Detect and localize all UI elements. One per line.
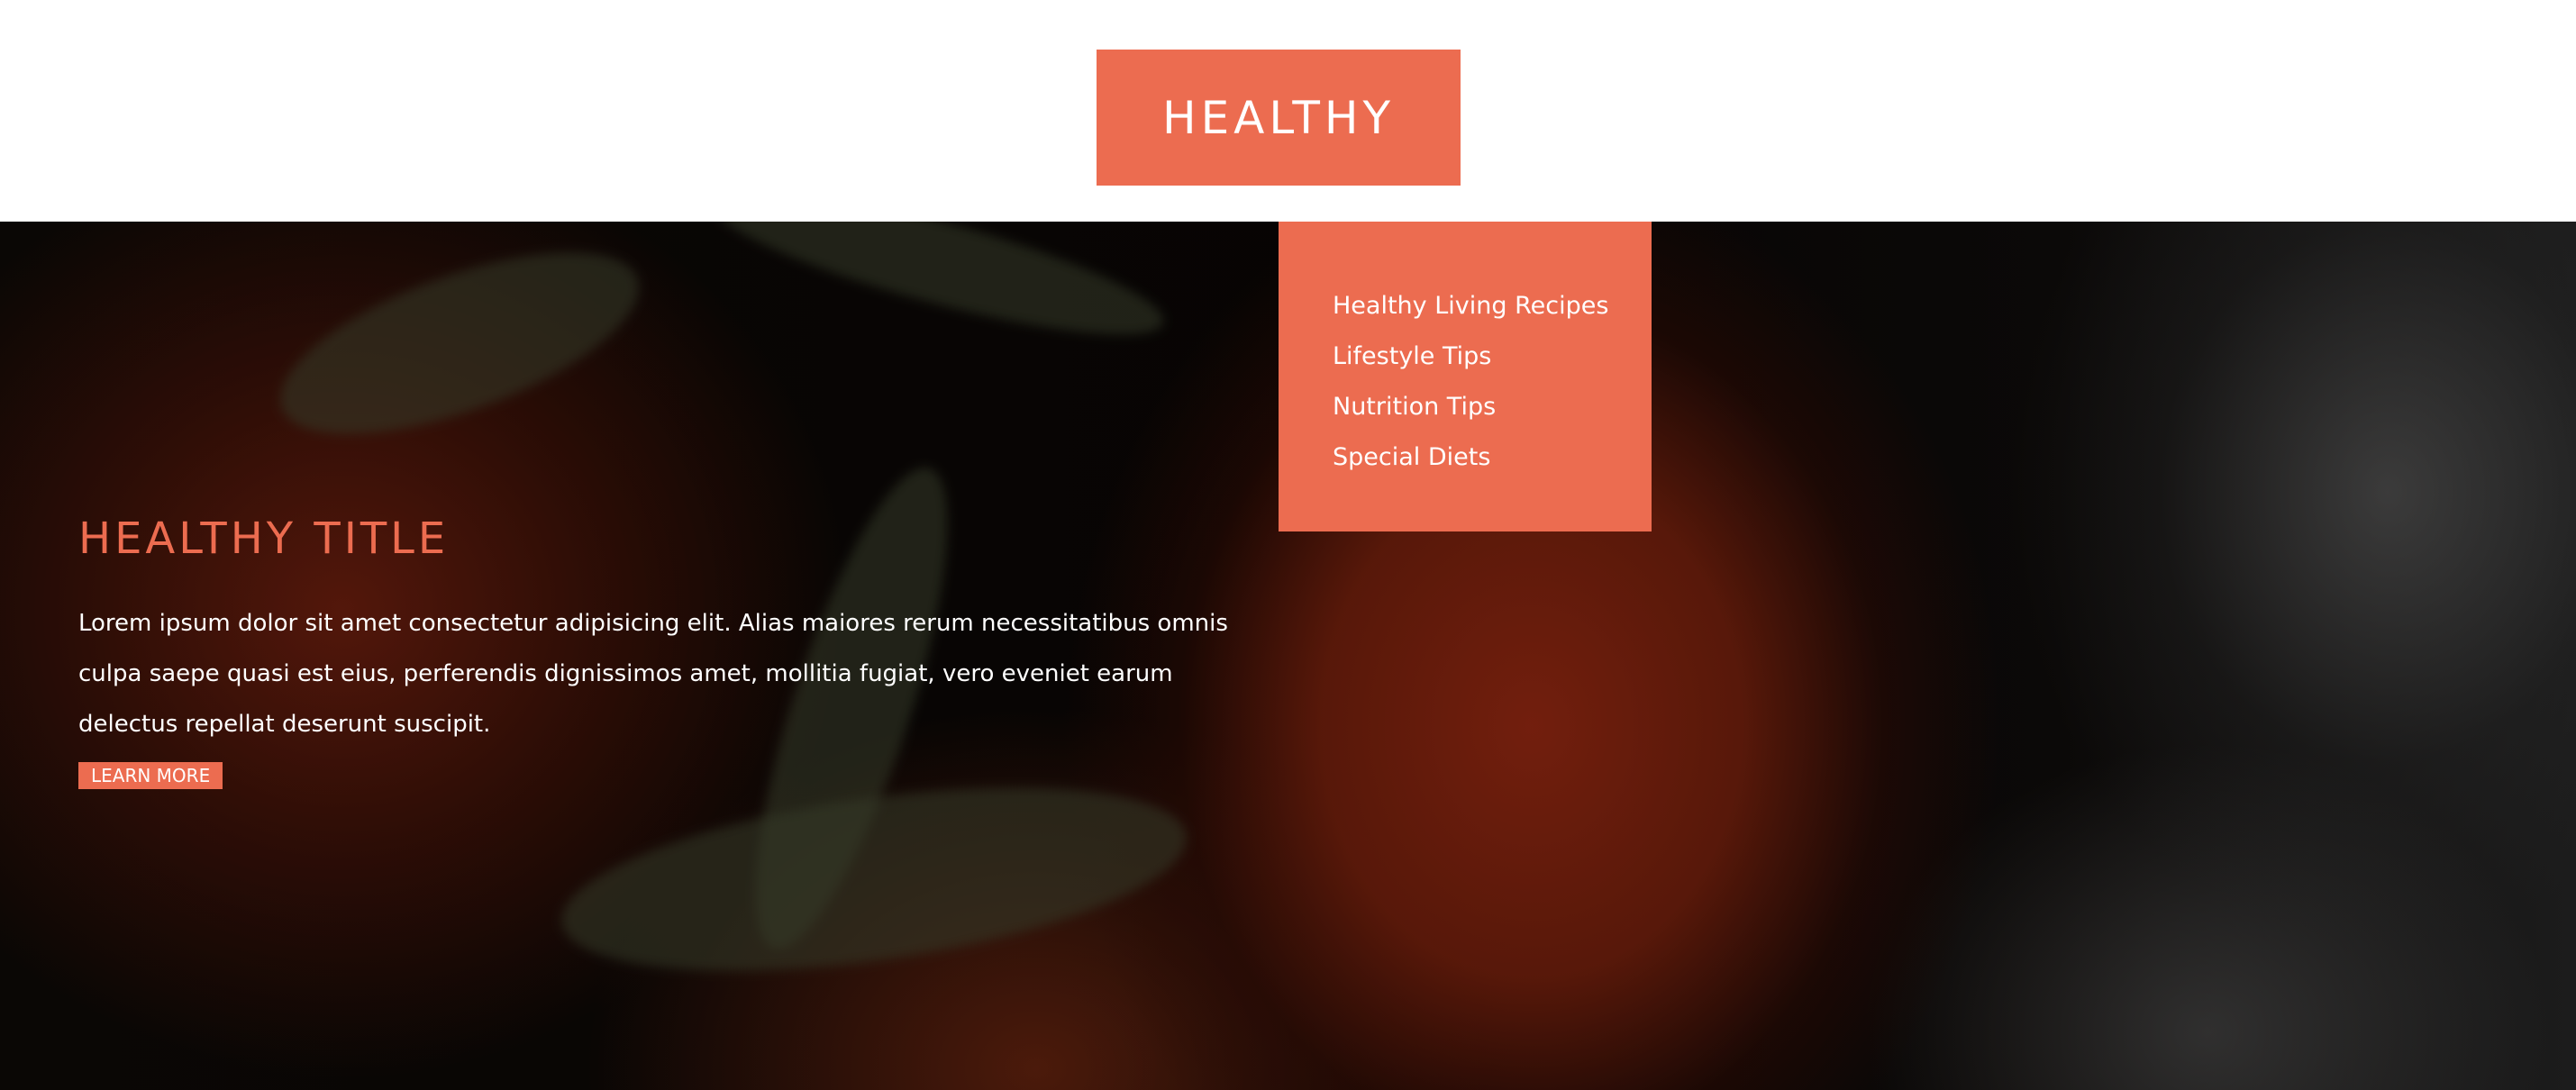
dropdown-item-special-diets[interactable]: Special Diets — [1333, 432, 1652, 483]
nav-dropdown-menu: Healthy Living Recipes Lifestyle Tips Nu… — [1279, 222, 1652, 531]
site-header: HEALTHY — [0, 0, 2576, 222]
dropdown-item-nutrition-tips[interactable]: Nutrition Tips — [1333, 382, 1652, 432]
dropdown-list: Healthy Living Recipes Lifestyle Tips Nu… — [1333, 281, 1652, 483]
site-logo[interactable]: HEALTHY — [1097, 50, 1461, 186]
learn-more-button[interactable]: LEARN MORE — [78, 762, 223, 789]
hero-title: HEALTHY TITLE — [78, 513, 450, 564]
hero-background-vine — [700, 222, 1174, 362]
dropdown-item-lifestyle-tips[interactable]: Lifestyle Tips — [1333, 332, 1652, 382]
hero-content: HEALTHY TITLE Lorem ipsum dolor sit amet… — [78, 510, 1250, 789]
dropdown-item-healthy-living-recipes[interactable]: Healthy Living Recipes — [1333, 281, 1652, 332]
hero-description: Lorem ipsum dolor sit amet consectetur a… — [78, 610, 1228, 738]
hero-background-vine — [259, 222, 660, 472]
